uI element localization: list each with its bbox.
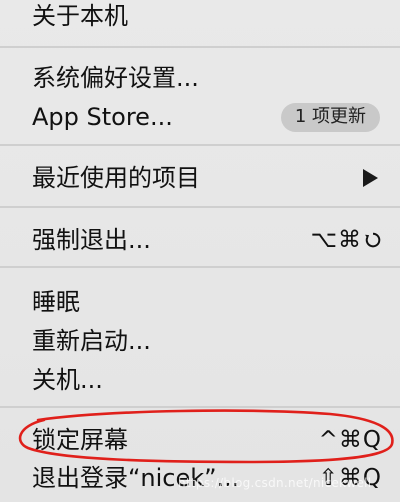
menu-item-app-store[interactable]: App Store... 1 项更新 [0,97,400,137]
restore-arrow-icon [365,232,381,248]
menu-item-shutdown[interactable]: 关机... [0,360,400,400]
app-store-update-badge: 1 项更新 [280,102,380,132]
menu-item-restart-label: 重新启动... [32,327,151,355]
menu-item-shutdown-label: 关机... [32,366,103,394]
menu-item-app-store-label: App Store... [32,103,173,131]
force-quit-shortcut: ⌥⌘ [310,226,382,253]
menu-item-sleep[interactable]: 睡眠 [0,282,400,322]
menu-item-recent-items[interactable]: 最近使用的项目 [0,158,400,198]
menu-item-system-preferences[interactable]: 系统偏好设置... [0,58,400,98]
menu-item-recent-items-label: 最近使用的项目 [32,164,200,192]
menu-separator [0,206,400,208]
menu-item-sleep-label: 睡眠 [32,288,80,316]
menu-separator [0,266,400,268]
menu-item-system-preferences-label: 系统偏好设置... [32,64,199,92]
menu-item-force-quit[interactable]: 强制退出... ⌥⌘ [0,220,400,260]
menu-separator [0,46,400,48]
menu-item-restart[interactable]: 重新启动... [0,321,400,361]
menu-item-lock-screen[interactable]: 锁定屏幕 ^⌘Q [0,420,400,460]
menu-item-about[interactable]: 关于本机 [0,0,400,36]
watermark-text: https://blog.csdn.net/nicekwell [178,476,372,490]
menu-separator [0,144,400,146]
menu-separator [0,406,400,408]
menu-item-lock-screen-label: 锁定屏幕 [32,426,128,454]
menu-item-about-label: 关于本机 [32,2,128,30]
submenu-arrow-icon [363,169,378,187]
apple-menu: 关于本机 系统偏好设置... App Store... 1 项更新 最近使用的项… [0,0,400,502]
lock-screen-shortcut: ^⌘Q [318,426,382,453]
force-quit-shortcut-keys: ⌥⌘ [310,226,362,253]
menu-item-force-quit-label: 强制退出... [32,226,151,254]
